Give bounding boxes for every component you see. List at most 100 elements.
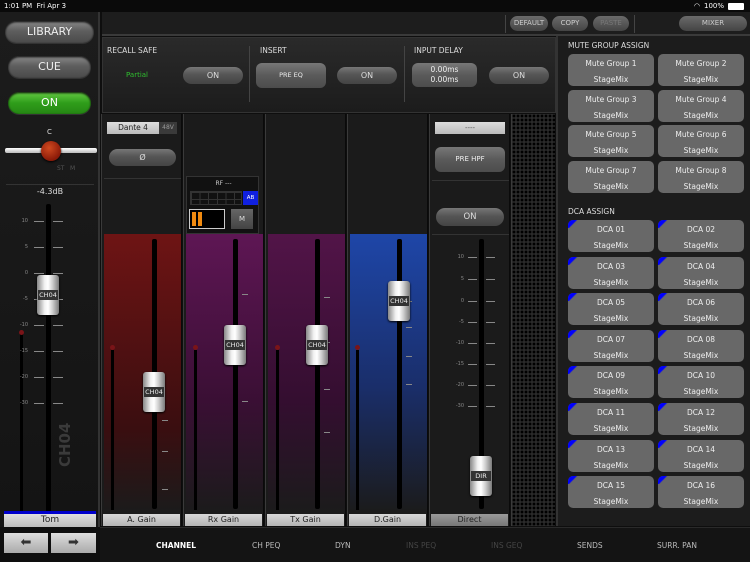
dca-button[interactable]: DCA 08 StageMix — [658, 329, 744, 362]
prev-channel-button[interactable]: ⬅ — [4, 533, 48, 553]
mute-group-button[interactable]: Mute Group 7 StageMix — [568, 160, 654, 193]
mute-group-name: Mute Group 8 — [675, 165, 727, 175]
dca-name: DCA 03 — [596, 261, 626, 271]
paste-button[interactable]: PASTE — [593, 16, 629, 31]
dca-button[interactable]: DCA 15 StageMix — [568, 476, 654, 509]
dca-assigned-marker — [658, 403, 668, 411]
tx-gain-fader-cap[interactable]: CH04 — [306, 325, 328, 365]
bottom-tab-bar: CHANNEL CH PEQ DYN INS PEQ INS GEQ SENDS SURR.… — [100, 527, 750, 562]
dca-assigned-marker — [658, 476, 668, 485]
mute-group-name: Mute Group 7 — [585, 165, 637, 175]
dca-button[interactable]: DCA 11 StageMix — [568, 403, 654, 435]
mute-group-button[interactable]: Mute Group 3 StageMix — [568, 89, 654, 122]
phantom-48v-button[interactable]: 48V — [159, 122, 177, 134]
tick — [486, 301, 495, 302]
tick — [468, 322, 477, 323]
input-patch-button[interactable]: Dante 4 — [107, 122, 159, 134]
tick — [468, 257, 477, 258]
mute-group-button[interactable]: Mute Group 5 StageMix — [568, 125, 654, 157]
dca-sub: StageMix — [593, 424, 629, 433]
dca-button[interactable]: DCA 16 StageMix — [658, 476, 744, 509]
wireless-status-panel: RF --- AB M — [186, 176, 259, 234]
direct-out-point-button[interactable]: PRE HPF — [435, 147, 505, 172]
digital-gain-track[interactable] — [397, 239, 402, 509]
mute-group-button[interactable]: Mute Group 2 StageMix — [658, 54, 744, 86]
tab-ins-geq[interactable]: INS GEQ — [491, 541, 522, 550]
mute-group-button[interactable]: Mute Group 6 StageMix — [658, 125, 744, 157]
rx-gain-fader-cap[interactable]: CH04 — [224, 325, 246, 365]
mixer-button[interactable]: MIXER — [679, 16, 747, 31]
dca-button[interactable]: DCA 07 StageMix — [568, 329, 654, 362]
digital-gain-fader-cap[interactable]: CH04 — [388, 281, 410, 321]
dca-sub: StageMix — [593, 277, 629, 287]
channel-name[interactable]: Tom — [4, 514, 96, 527]
tick — [34, 403, 44, 404]
tab-channel[interactable]: CHANNEL — [156, 541, 196, 550]
tick — [406, 327, 412, 328]
dca-assigned-marker — [658, 293, 668, 302]
direct-out-patch-button[interactable]: ---- — [435, 122, 505, 134]
library-button[interactable]: LIBRARY — [5, 21, 94, 43]
main-fader-cap[interactable]: CH04 — [37, 275, 59, 315]
mute-group-button[interactable]: Mute Group 4 StageMix — [658, 89, 744, 122]
dca-button[interactable]: DCA 06 StageMix — [658, 293, 744, 326]
tab-ins-peq[interactable]: INS PEQ — [406, 541, 436, 550]
dca-button[interactable]: DCA 02 StageMix — [658, 220, 744, 252]
insert-on-button[interactable]: ON — [337, 67, 397, 84]
dca-name: DCA 01 — [596, 225, 626, 234]
dca-assigned-marker — [568, 476, 578, 485]
mute-group-button[interactable]: Mute Group 1 StageMix — [568, 54, 654, 86]
dca-button[interactable]: DCA 03 StageMix — [568, 256, 654, 289]
channel-vertical-label: CH04 — [56, 422, 74, 467]
divider — [104, 178, 181, 179]
rx-gain-track[interactable] — [233, 239, 238, 509]
tab-dyn[interactable]: DYN — [335, 541, 351, 550]
direct-out-fader-cap[interactable]: DIR — [470, 456, 492, 496]
dca-sub: StageMix — [593, 241, 629, 250]
dca-assigned-marker — [568, 293, 578, 302]
divider — [432, 234, 509, 235]
dca-button[interactable]: DCA 09 StageMix — [568, 366, 654, 399]
channel-on-button[interactable]: ON — [8, 92, 91, 114]
tick — [486, 279, 495, 280]
tx-gain-track[interactable] — [315, 239, 320, 509]
top-toolbar: DEFAULT COPY PASTE MIXER — [102, 12, 750, 36]
dca-button[interactable]: DCA 04 StageMix — [658, 256, 744, 289]
dca-button[interactable]: DCA 10 StageMix — [658, 366, 744, 399]
direct-out-on-button[interactable]: ON — [436, 208, 504, 226]
dca-button[interactable]: DCA 01 StageMix — [568, 220, 654, 252]
mute-group-button[interactable]: Mute Group 8 StageMix — [658, 160, 744, 193]
input-delay-on-button[interactable]: ON — [489, 67, 549, 84]
status-time: 1:01 PM Fri Apr 3 — [4, 2, 67, 10]
strip-rx-gain: RF --- AB M CH04 Rx Gain — [183, 114, 264, 526]
copy-button[interactable]: COPY — [552, 16, 588, 31]
status-right: ◠ 100% — [694, 2, 744, 10]
tab-ch-peq[interactable]: CH PEQ — [252, 541, 280, 550]
mute-button[interactable]: M — [231, 209, 253, 229]
tab-sends[interactable]: SENDS — [577, 541, 603, 550]
cue-button[interactable]: CUE — [8, 56, 91, 78]
tick — [468, 364, 477, 365]
tick — [53, 377, 63, 378]
default-button[interactable]: DEFAULT — [510, 16, 548, 31]
next-channel-button[interactable]: ➡ — [51, 533, 96, 553]
main-fader-track[interactable] — [46, 204, 51, 526]
status-bar: 1:01 PM Fri Apr 3 ◠ 100% — [0, 0, 750, 12]
insert-position-button[interactable]: PRE EQ — [256, 63, 326, 88]
divider — [249, 46, 250, 102]
input-delay-value[interactable]: 0.00ms 0.00ms — [412, 63, 477, 87]
recall-safe-on-button[interactable]: ON — [183, 67, 243, 84]
dca-button[interactable]: DCA 12 StageMix — [658, 403, 744, 435]
mute-group-name: Mute Group 4 — [675, 94, 727, 104]
phase-button[interactable]: Ø — [109, 149, 176, 166]
dca-name: DCA 05 — [596, 298, 626, 308]
dca-button[interactable]: DCA 14 StageMix — [658, 439, 744, 472]
dca-button[interactable]: DCA 05 StageMix — [568, 293, 654, 326]
analog-gain-fader-cap[interactable]: CH04 — [143, 372, 165, 412]
tab-surr-pan[interactable]: SURR. PAN — [657, 541, 697, 550]
channel-settings-panel: RECALL SAFE Partial ON INSERT PRE EQ ON … — [102, 37, 556, 113]
dca-button[interactable]: DCA 13 StageMix — [568, 439, 654, 472]
mute-group-name: Mute Group 3 — [585, 94, 637, 104]
battery-icon — [728, 2, 744, 10]
pan-knob[interactable] — [41, 141, 61, 161]
